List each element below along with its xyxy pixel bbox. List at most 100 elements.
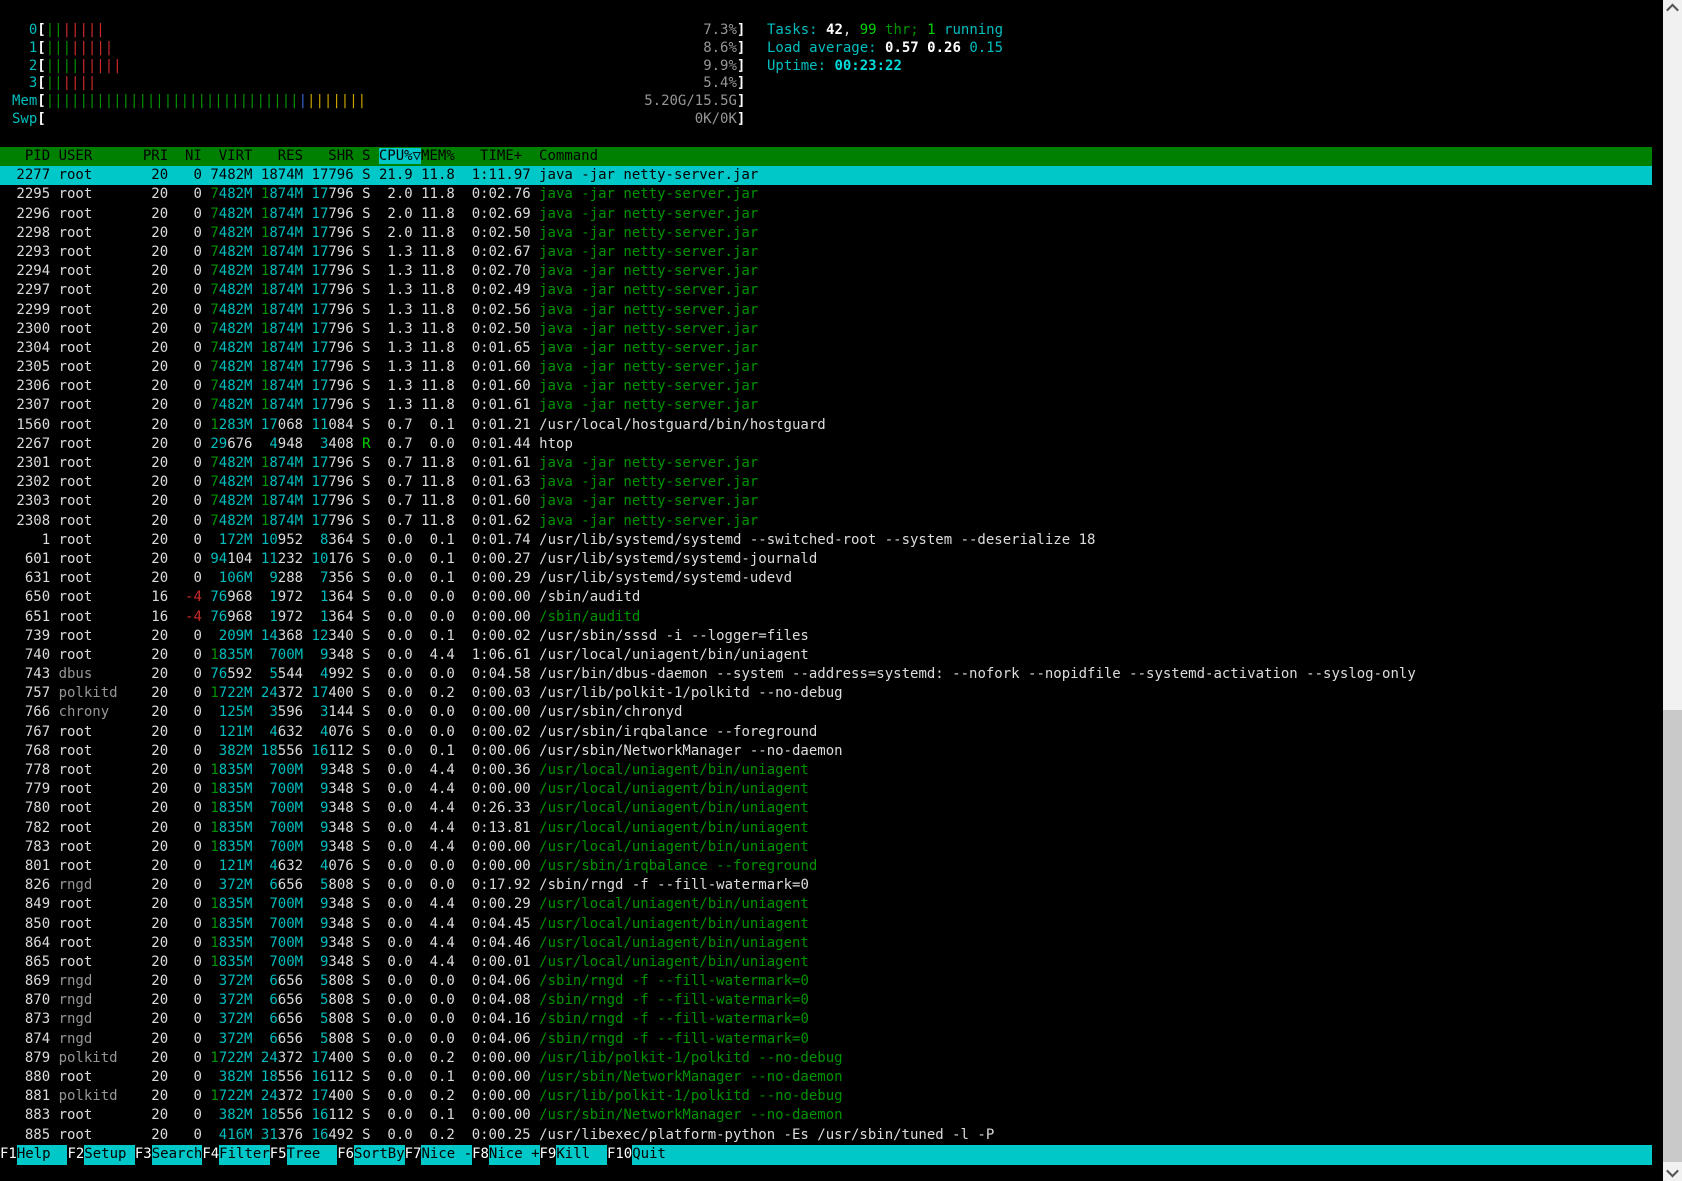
chevron-up-icon [1666,3,1679,17]
fkey-label: F2 [67,1145,85,1165]
process-row[interactable]: 826 rngd 20 0 372M 6656 5808 S 0.0 0.0 0… [0,876,1652,895]
process-row[interactable]: 601 root 20 0 94104 11232 10176 S 0.0 0.… [0,550,1652,569]
fkey-label: F7 [404,1145,422,1165]
scrollbar-thumb[interactable] [1663,710,1682,1162]
fkey-action-label: Help [16,1145,68,1165]
fkey-label: F10 [606,1145,633,1165]
process-row[interactable]: 2306 root 20 0 7482M 1874M 17796 S 1.3 1… [0,377,1652,396]
process-row[interactable]: 2295 root 20 0 7482M 1874M 17796 S 2.0 1… [0,185,1652,204]
fkey-quit-button[interactable]: F10 Quit [606,1145,1652,1165]
fkey-kill-button[interactable]: F9 Kill [539,1145,607,1165]
function-key-bar: F1 Help F2 Setup F3 Search F4 Filter F5 Tree F6… [0,1145,1652,1165]
fkey-tree-button[interactable]: F5 Tree [269,1145,338,1165]
process-row[interactable]: 879 polkitd 20 0 1722M 24372 17400 S 0.0… [0,1049,1652,1068]
process-row[interactable]: 883 root 20 0 382M 18556 16112 S 0.0 0.1… [0,1106,1652,1125]
process-row[interactable]: 881 polkitd 20 0 1722M 24372 17400 S 0.0… [0,1087,1652,1106]
process-row[interactable]: 801 root 20 0 121M 4632 4076 S 0.0 0.0 0… [0,857,1652,876]
fkey-action-label: Nice - [421,1145,473,1165]
process-row[interactable]: 782 root 20 0 1835M 700M 9348 S 0.0 4.4 … [0,819,1652,838]
process-row[interactable]: 864 root 20 0 1835M 700M 9348 S 0.0 4.4 … [0,934,1652,953]
process-row[interactable]: 2308 root 20 0 7482M 1874M 17796 S 0.7 1… [0,512,1652,531]
process-row[interactable]: 778 root 20 0 1835M 700M 9348 S 0.0 4.4 … [0,761,1652,780]
fkey-action-label: Setup [84,1145,135,1165]
process-row[interactable]: 873 rngd 20 0 372M 6656 5808 S 0.0 0.0 0… [0,1010,1652,1029]
process-row[interactable]: 2303 root 20 0 7482M 1874M 17796 S 0.7 1… [0,492,1652,511]
fkey-search-button[interactable]: F3 Search [134,1145,203,1165]
process-row[interactable]: 2302 root 20 0 7482M 1874M 17796 S 0.7 1… [0,473,1652,492]
fkey-help-button[interactable]: F1 Help [0,1145,68,1165]
fkey-action-label: Kill [556,1145,607,1165]
swap-meter: Swp[ 0K/0K] [12,110,746,127]
cpu-meter-1: 1[|||||||| 8.6%] [12,39,746,56]
fkey-nice-button[interactable]: F8 Nice + [472,1145,540,1165]
fkey-label: F3 [134,1145,152,1165]
browser-scrollbar[interactable] [1663,0,1682,1181]
table-header[interactable]: PID USER PRI NI VIRT RES SHR S CPU%▽MEM%… [0,147,1652,167]
fkey-action-label: Nice + [488,1145,540,1165]
process-row[interactable]: 1560 root 20 0 1283M 17068 11084 S 0.7 0… [0,416,1652,435]
scrollbar-down-button[interactable] [1663,1164,1682,1181]
process-row[interactable]: 651 root 16 -4 76968 1972 1364 S 0.0 0.0… [0,608,1652,627]
sort-column-header-cpu[interactable]: CPU%▽ [378,148,422,164]
process-row[interactable]: 779 root 20 0 1835M 700M 9348 S 0.0 4.4 … [0,780,1652,799]
process-row[interactable]: 2297 root 20 0 7482M 1874M 17796 S 1.3 1… [0,281,1652,300]
fkey-action-label: Tree [286,1145,338,1165]
process-row[interactable]: 757 polkitd 20 0 1722M 24372 17400 S 0.0… [0,684,1652,703]
process-row[interactable]: 2301 root 20 0 7482M 1874M 17796 S 0.7 1… [0,454,1652,473]
process-row[interactable]: 849 root 20 0 1835M 700M 9348 S 0.0 4.4 … [0,895,1652,914]
htop-terminal: 0[||||||| 7.3%] 1[|||||||| 8.6%] 2[|||||… [0,0,1663,1181]
fkey-action-label: Filter [219,1145,270,1165]
fkey-label: F9 [539,1145,557,1165]
fkey-label: F6 [337,1145,355,1165]
cpu-memory-meters: 0[||||||| 7.3%] 1[|||||||| 8.6%] 2[|||||… [12,22,745,129]
process-row[interactable]: 850 root 20 0 1835M 700M 9348 S 0.0 4.4 … [0,915,1652,934]
fkey-label: F5 [269,1145,287,1165]
process-row[interactable]: 2296 root 20 0 7482M 1874M 17796 S 2.0 1… [0,205,1652,224]
process-row[interactable]: 865 root 20 0 1835M 700M 9348 S 0.0 4.4 … [0,953,1652,972]
fkey-action-label: Search [151,1145,203,1165]
process-row[interactable]: 880 root 20 0 382M 18556 16112 S 0.0 0.1… [0,1068,1652,1087]
process-row[interactable]: 766 chrony 20 0 125M 3596 3144 S 0.0 0.0… [0,703,1652,722]
process-row[interactable]: 767 root 20 0 121M 4632 4076 S 0.0 0.0 0… [0,723,1652,742]
process-row[interactable]: 740 root 20 0 1835M 700M 9348 S 0.0 4.4 … [0,646,1652,665]
process-row[interactable]: 743 dbus 20 0 76592 5544 4992 S 0.0 0.0 … [0,665,1652,684]
process-row[interactable]: 2267 root 20 0 29676 4948 3408 R 0.7 0.0… [0,435,1652,454]
process-row[interactable]: 2307 root 20 0 7482M 1874M 17796 S 1.3 1… [0,396,1652,415]
process-row[interactable]: 768 root 20 0 382M 18556 16112 S 0.0 0.1… [0,742,1652,761]
process-row[interactable]: 2298 root 20 0 7482M 1874M 17796 S 2.0 1… [0,224,1652,243]
tasks-summary: Tasks: 42, 99 thr; 1 running [767,22,1004,38]
process-row[interactable]: 869 rngd 20 0 372M 6656 5808 S 0.0 0.0 0… [0,972,1652,991]
fkey-label: F1 [0,1145,17,1165]
fkey-action-label: Quit [632,1145,1652,1165]
fkey-setup-button[interactable]: F2 Setup [67,1145,135,1165]
fkey-nice-button[interactable]: F7 Nice - [404,1145,473,1165]
memory-meter: Mem[||||||||||||||||||||||||||||||||||||… [12,93,746,109]
tasks-load-uptime-summary: Tasks: 42, 99 thr; 1 running Load average… [767,22,1003,75]
fkey-action-label: SortBy [354,1145,405,1165]
fkey-label: F4 [202,1145,220,1165]
chevron-down-icon [1666,1164,1679,1178]
process-row[interactable]: 2304 root 20 0 7482M 1874M 17796 S 1.3 1… [0,339,1652,358]
process-row[interactable]: 874 rngd 20 0 372M 6656 5808 S 0.0 0.0 0… [0,1030,1652,1049]
fkey-filter-button[interactable]: F4 Filter [202,1145,270,1165]
load-average: Load average: 0.57 0.26 0.15 [767,39,1004,56]
process-row[interactable]: 2299 root 20 0 7482M 1874M 17796 S 1.3 1… [0,301,1652,320]
process-row[interactable]: 885 root 20 0 416M 31376 16492 S 0.0 0.2… [0,1126,1652,1145]
process-row[interactable]: 2294 root 20 0 7482M 1874M 17796 S 1.3 1… [0,262,1652,281]
process-row[interactable]: 780 root 20 0 1835M 700M 9348 S 0.0 4.4 … [0,799,1652,818]
process-row[interactable]: 1 root 20 0 172M 10952 8364 S 0.0 0.1 0:… [0,531,1652,550]
cpu-meter-0: 0[||||||| 7.3%] [12,22,746,38]
fkey-sortby-button[interactable]: F6 SortBy [337,1145,405,1165]
process-row[interactable]: 783 root 20 0 1835M 700M 9348 S 0.0 4.4 … [0,838,1652,857]
process-row[interactable]: 631 root 20 0 106M 9288 7356 S 0.0 0.1 0… [0,569,1652,588]
process-row[interactable]: 2305 root 20 0 7482M 1874M 17796 S 1.3 1… [0,358,1652,377]
process-row[interactable]: 870 rngd 20 0 372M 6656 5808 S 0.0 0.0 0… [0,991,1652,1010]
process-row[interactable]: 650 root 16 -4 76968 1972 1364 S 0.0 0.0… [0,588,1652,607]
process-row[interactable]: 2300 root 20 0 7482M 1874M 17796 S 1.3 1… [0,320,1652,339]
cpu-meter-2: 2[||||||||| 9.9%] [12,57,746,74]
process-row-selected[interactable]: 2277 root 20 0 7482M 1874M 17796 S 21.9 … [0,166,1652,186]
process-row[interactable]: 2293 root 20 0 7482M 1874M 17796 S 1.3 1… [0,243,1652,262]
uptime: Uptime: 00:23:22 [767,57,902,74]
process-row[interactable]: 739 root 20 0 209M 14368 12340 S 0.0 0.1… [0,627,1652,646]
scrollbar-up-button[interactable] [1663,0,1682,17]
